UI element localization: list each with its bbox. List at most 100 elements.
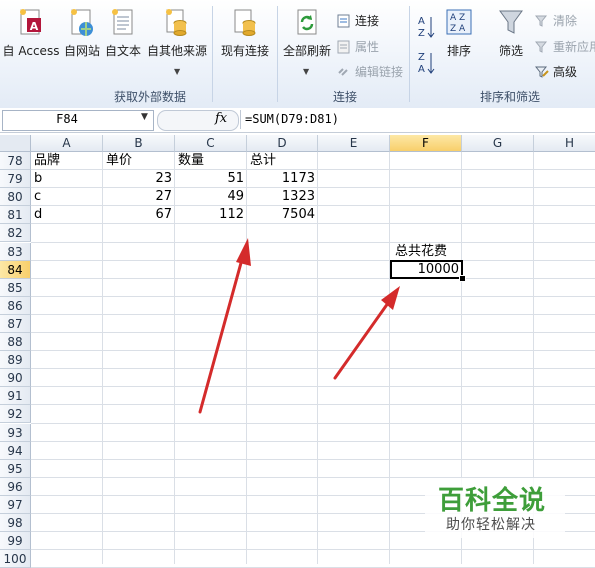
connections-icon	[337, 14, 350, 27]
select-all-corner[interactable]	[0, 135, 31, 152]
row-header-88[interactable]: 88	[0, 333, 31, 351]
column-header-F[interactable]: F	[390, 135, 462, 152]
cell-D80[interactable]: 1323	[247, 188, 318, 206]
group-label-get-external-data: 获取外部数据	[113, 90, 186, 104]
watermark-slogan: 助你轻松解决	[446, 517, 536, 533]
gridline-horizontal	[31, 295, 595, 297]
row-header-79[interactable]: 79	[0, 170, 31, 189]
cell-A80[interactable]: c	[31, 188, 103, 206]
name-box-dropdown-icon[interactable]: ▼	[141, 112, 148, 122]
cell-A79[interactable]: b	[31, 170, 103, 188]
edit-links-label: 编辑链接	[355, 65, 404, 79]
row-header-92[interactable]: 92	[0, 405, 31, 424]
cell-B78[interactable]: 单价	[103, 152, 175, 170]
reapply-item: 重新应用	[535, 38, 595, 55]
from-text-button[interactable]: 自文本	[103, 8, 143, 59]
chevron-down-icon[interactable]: ▼	[174, 67, 180, 76]
text-file-icon	[112, 9, 133, 35]
row-header-87[interactable]: 87	[0, 314, 31, 333]
row-header-93[interactable]: 93	[0, 423, 31, 442]
cell-A81[interactable]: d	[31, 206, 103, 224]
existing-connections-button[interactable]: 现有连接	[216, 8, 274, 59]
group-separator	[212, 6, 213, 102]
column-header-C[interactable]: C	[175, 135, 247, 152]
cell-A78[interactable]: 品牌	[31, 152, 103, 170]
refresh-all-label: 全部刷新	[282, 44, 331, 58]
clear-filter-icon	[535, 15, 548, 27]
row-header-78[interactable]: 78	[0, 152, 31, 170]
row-header-86[interactable]: 86	[0, 296, 31, 315]
active-cell-border	[390, 260, 463, 279]
row-header-89[interactable]: 89	[0, 351, 31, 370]
gridline-vertical	[389, 152, 390, 564]
row-header-97[interactable]: 97	[0, 495, 31, 514]
cell-C79[interactable]: 51	[175, 170, 247, 188]
row-header-83[interactable]: 83	[0, 242, 31, 261]
sort-za-icon: Z A	[418, 52, 435, 75]
row-header-85[interactable]: 85	[0, 278, 31, 297]
from-access-button[interactable]: A 自 Access	[2, 8, 60, 59]
filter-button[interactable]: 筛选	[493, 8, 529, 59]
refresh-icon	[297, 9, 317, 35]
reapply-icon	[535, 41, 548, 53]
gridline-horizontal	[31, 350, 595, 352]
from-other-sources-button[interactable]: 自其他来源	[146, 8, 208, 59]
row-header-99[interactable]: 99	[0, 532, 31, 551]
sort-ascending-button[interactable]: A Z	[418, 14, 436, 45]
clear-filter-item: 清除	[535, 12, 577, 29]
access-database-icon: A	[20, 9, 41, 35]
row-header-96[interactable]: 96	[0, 477, 31, 496]
web-page-icon	[71, 9, 93, 36]
gridline-horizontal	[31, 277, 595, 279]
cell-D79[interactable]: 1173	[247, 170, 318, 188]
cell-B81[interactable]: 67	[103, 206, 175, 224]
row-header-82[interactable]: 82	[0, 224, 31, 243]
row-header-91[interactable]: 91	[0, 387, 31, 406]
refresh-all-button[interactable]: 全部刷新	[280, 8, 334, 59]
link-icon	[338, 67, 348, 76]
fill-handle[interactable]	[459, 275, 466, 282]
cell-C78[interactable]: 数量	[175, 152, 247, 170]
column-header-H[interactable]: H	[534, 135, 595, 152]
gridline-horizontal	[31, 386, 595, 388]
column-header-D[interactable]: D	[247, 135, 318, 152]
chevron-down-icon[interactable]: ▼	[303, 67, 309, 76]
row-header-80[interactable]: 80	[0, 188, 31, 207]
group-separator	[409, 6, 410, 102]
advanced-filter-item[interactable]: 高级	[535, 63, 577, 80]
row-header-81[interactable]: 81	[0, 206, 31, 225]
connections-item[interactable]: 连接	[337, 12, 379, 29]
svg-text:Z: Z	[418, 52, 425, 63]
row-header-100[interactable]: 100	[0, 550, 31, 568]
row-header-84[interactable]: 84	[0, 260, 31, 279]
sort-descending-button[interactable]: Z A	[418, 50, 436, 81]
row-header-94[interactable]: 94	[0, 441, 31, 460]
cell-B79[interactable]: 23	[103, 170, 175, 188]
watermark-logo-text: 百科全说	[438, 486, 547, 516]
other-sources-icon	[166, 9, 187, 36]
gridline-horizontal	[31, 404, 595, 406]
column-header-G[interactable]: G	[462, 135, 534, 152]
cell-F83[interactable]: 总共花费	[392, 243, 472, 261]
group-separator	[277, 6, 278, 102]
cell-D78[interactable]: 总计	[247, 152, 318, 170]
cell-D81[interactable]: 7504	[247, 206, 318, 224]
svg-text:A Z: A Z	[450, 13, 465, 23]
from-web-button[interactable]: 自网站	[62, 8, 102, 59]
sort-button[interactable]: A Z Z A 排序	[441, 8, 477, 59]
cell-B80[interactable]: 27	[103, 188, 175, 206]
from-other-sources-label: 自其他来源	[146, 44, 207, 58]
insert-function-button[interactable]: fx	[215, 111, 227, 126]
clear-label: 清除	[553, 14, 578, 28]
row-header-90[interactable]: 90	[0, 369, 31, 388]
cell-C81[interactable]: 112	[175, 206, 247, 224]
row-header-98[interactable]: 98	[0, 514, 31, 532]
row-header-95[interactable]: 95	[0, 459, 31, 478]
gridline-horizontal	[31, 313, 595, 315]
column-header-E[interactable]: E	[318, 135, 390, 152]
column-header-B[interactable]: B	[103, 135, 175, 152]
svg-text:A: A	[30, 20, 39, 33]
svg-text:A: A	[418, 16, 425, 27]
column-header-A[interactable]: A	[31, 135, 103, 152]
cell-C80[interactable]: 49	[175, 188, 247, 206]
